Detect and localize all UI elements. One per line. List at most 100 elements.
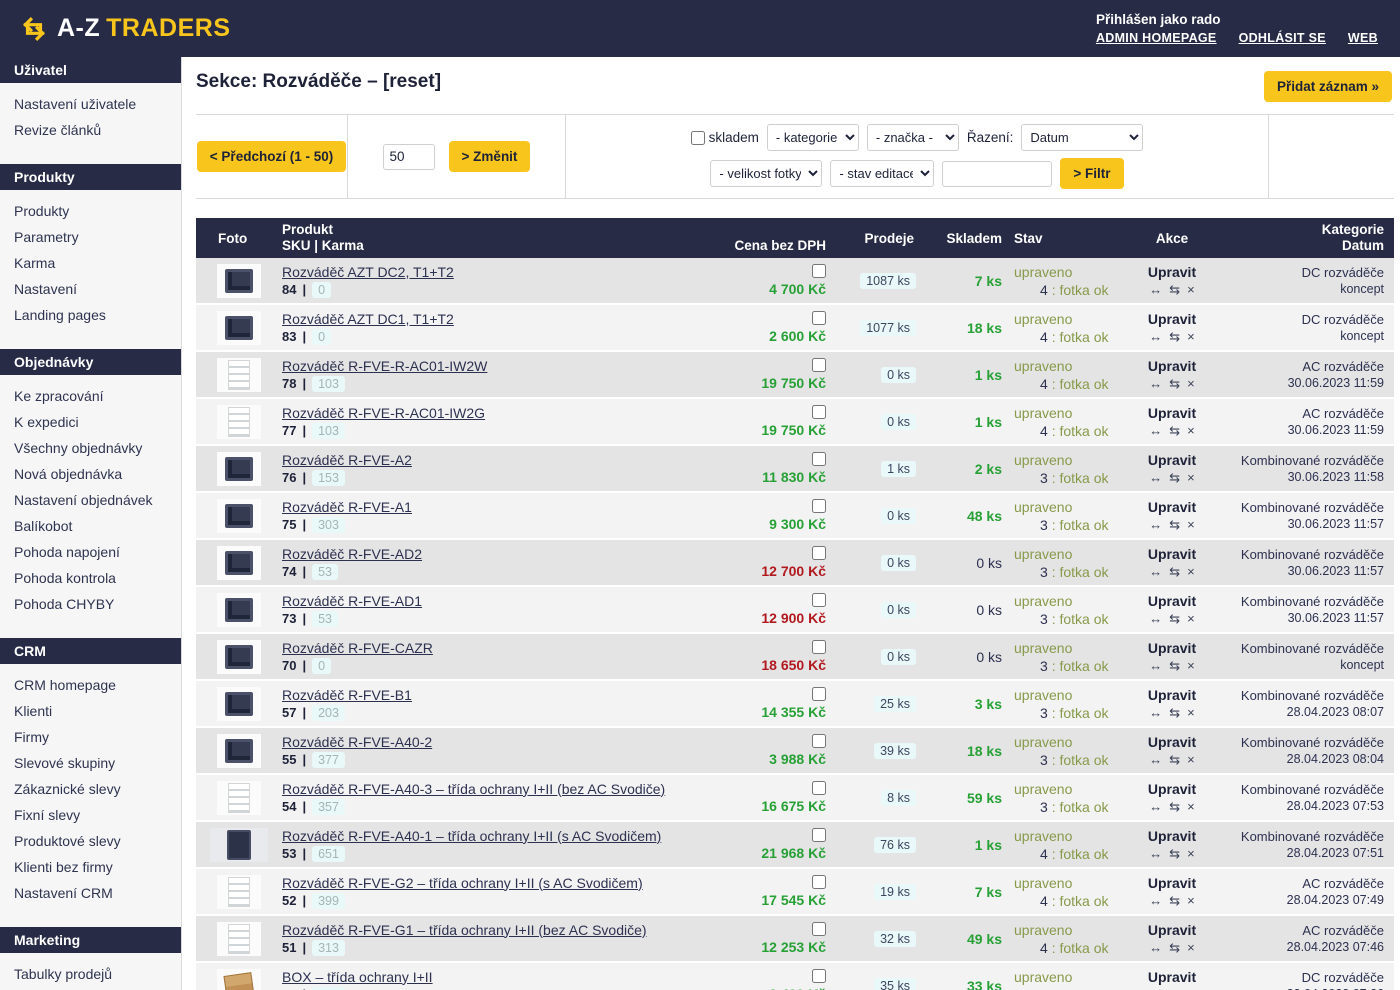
- sidebar-item-slevové-skupiny[interactable]: Slevové skupiny: [0, 750, 181, 776]
- edit-button[interactable]: Upravit: [1148, 687, 1196, 703]
- product-title-link[interactable]: Rozváděč R-FVE-R-AC01-IW2W: [282, 358, 706, 374]
- duplicate-icon[interactable]: ⇆: [1169, 799, 1180, 815]
- product-photo[interactable]: [217, 499, 261, 533]
- move-icon[interactable]: ↔: [1149, 940, 1162, 956]
- product-title-link[interactable]: Rozváděč R-FVE-G2 – třída ochrany I+II (…: [282, 875, 706, 891]
- sidebar-item-nastavení-crm[interactable]: Nastavení CRM: [0, 880, 181, 906]
- instock-checkbox[interactable]: [691, 131, 705, 145]
- delete-icon[interactable]: ×: [1187, 376, 1195, 392]
- move-icon[interactable]: ↔: [1149, 611, 1162, 627]
- move-icon[interactable]: ↔: [1149, 846, 1162, 862]
- product-title-link[interactable]: Rozváděč R-FVE-A40-2: [282, 734, 706, 750]
- duplicate-icon[interactable]: ⇆: [1169, 329, 1180, 345]
- sidebar-item-fixní-slevy[interactable]: Fixní slevy: [0, 802, 181, 828]
- edit-button[interactable]: Upravit: [1148, 499, 1196, 515]
- move-icon[interactable]: ↔: [1149, 799, 1162, 815]
- product-title-link[interactable]: Rozváděč R-FVE-AD1: [282, 593, 706, 609]
- sidebar-item-pohoda-kontrola[interactable]: Pohoda kontrola: [0, 565, 181, 591]
- row-select-checkbox[interactable]: [812, 311, 826, 325]
- row-select-checkbox[interactable]: [812, 734, 826, 748]
- move-icon[interactable]: ↔: [1149, 517, 1162, 533]
- sidebar-item-pohoda-napojení[interactable]: Pohoda napojení: [0, 539, 181, 565]
- row-select-checkbox[interactable]: [812, 687, 826, 701]
- edit-state-select[interactable]: - stav editace -: [830, 160, 934, 187]
- brand-select[interactable]: - značka -: [867, 124, 959, 151]
- header-link-web[interactable]: WEB: [1348, 31, 1378, 45]
- product-title-link[interactable]: Rozváděč R-FVE-R-AC01-IW2G: [282, 405, 706, 421]
- move-icon[interactable]: ↔: [1149, 470, 1162, 486]
- edit-button[interactable]: Upravit: [1148, 828, 1196, 844]
- edit-button[interactable]: Upravit: [1148, 358, 1196, 374]
- sidebar-item-karma[interactable]: Karma: [0, 250, 181, 276]
- duplicate-icon[interactable]: ⇆: [1169, 705, 1180, 721]
- product-photo[interactable]: [217, 405, 261, 439]
- move-icon[interactable]: ↔: [1149, 893, 1162, 909]
- delete-icon[interactable]: ×: [1187, 564, 1195, 580]
- row-select-checkbox[interactable]: [812, 546, 826, 560]
- row-select-checkbox[interactable]: [812, 781, 826, 795]
- product-title-link[interactable]: Rozváděč R-FVE-G1 – třída ochrany I+II (…: [282, 922, 706, 938]
- photo-size-select[interactable]: - velikost fotky -: [710, 160, 822, 187]
- product-photo[interactable]: [217, 546, 261, 580]
- filter-button[interactable]: > Filtr: [1060, 158, 1123, 189]
- product-photo[interactable]: [217, 264, 261, 298]
- product-photo[interactable]: [217, 358, 261, 392]
- sidebar-item-všechny-objednávky[interactable]: Všechny objednávky: [0, 435, 181, 461]
- sidebar-item-klienti[interactable]: Klienti: [0, 698, 181, 724]
- delete-icon[interactable]: ×: [1187, 799, 1195, 815]
- product-title-link[interactable]: Rozváděč R-FVE-A2: [282, 452, 706, 468]
- row-select-checkbox[interactable]: [812, 969, 826, 983]
- duplicate-icon[interactable]: ⇆: [1169, 423, 1180, 439]
- product-photo[interactable]: [217, 734, 261, 768]
- row-select-checkbox[interactable]: [812, 640, 826, 654]
- duplicate-icon[interactable]: ⇆: [1169, 893, 1180, 909]
- product-photo[interactable]: [217, 781, 261, 815]
- product-photo[interactable]: [217, 922, 261, 956]
- sidebar-item-nastavení[interactable]: Nastavení: [0, 276, 181, 302]
- logo[interactable]: A-ZTRADERS: [20, 14, 231, 43]
- delete-icon[interactable]: ×: [1187, 987, 1195, 990]
- delete-icon[interactable]: ×: [1187, 517, 1195, 533]
- row-select-checkbox[interactable]: [812, 264, 826, 278]
- edit-button[interactable]: Upravit: [1148, 734, 1196, 750]
- sidebar-item-produkty[interactable]: Produkty: [0, 198, 181, 224]
- duplicate-icon[interactable]: ⇆: [1169, 752, 1180, 768]
- move-icon[interactable]: ↔: [1149, 987, 1162, 990]
- move-icon[interactable]: ↔: [1149, 282, 1162, 298]
- sidebar-item-produktové-slevy[interactable]: Produktové slevy: [0, 828, 181, 854]
- delete-icon[interactable]: ×: [1187, 611, 1195, 627]
- sidebar-item-firmy[interactable]: Firmy: [0, 724, 181, 750]
- delete-icon[interactable]: ×: [1187, 846, 1195, 862]
- product-title-link[interactable]: Rozváděč R-FVE-A1: [282, 499, 706, 515]
- edit-button[interactable]: Upravit: [1148, 593, 1196, 609]
- edit-button[interactable]: Upravit: [1148, 405, 1196, 421]
- previous-page-button[interactable]: < Předchozí (1 - 50): [197, 141, 346, 172]
- edit-button[interactable]: Upravit: [1148, 922, 1196, 938]
- product-photo[interactable]: [217, 593, 261, 627]
- row-select-checkbox[interactable]: [812, 499, 826, 513]
- product-title-link[interactable]: Rozváděč R-FVE-B1: [282, 687, 706, 703]
- product-title-link[interactable]: Rozváděč R-FVE-A40-1 – třída ochrany I+I…: [282, 828, 706, 844]
- move-icon[interactable]: ↔: [1149, 376, 1162, 392]
- duplicate-icon[interactable]: ⇆: [1169, 470, 1180, 486]
- edit-button[interactable]: Upravit: [1148, 264, 1196, 280]
- move-icon[interactable]: ↔: [1149, 329, 1162, 345]
- product-title-link[interactable]: Rozváděč R-FVE-CAZR: [282, 640, 706, 656]
- sidebar-item-zákaznické-slevy[interactable]: Zákaznické slevy: [0, 776, 181, 802]
- row-select-checkbox[interactable]: [812, 875, 826, 889]
- delete-icon[interactable]: ×: [1187, 470, 1195, 486]
- product-photo[interactable]: [217, 687, 261, 721]
- row-select-checkbox[interactable]: [812, 405, 826, 419]
- delete-icon[interactable]: ×: [1187, 423, 1195, 439]
- duplicate-icon[interactable]: ⇆: [1169, 611, 1180, 627]
- sidebar-item-landing-pages[interactable]: Landing pages: [0, 302, 181, 328]
- search-input[interactable]: [942, 161, 1052, 187]
- delete-icon[interactable]: ×: [1187, 705, 1195, 721]
- delete-icon[interactable]: ×: [1187, 940, 1195, 956]
- duplicate-icon[interactable]: ⇆: [1169, 940, 1180, 956]
- edit-button[interactable]: Upravit: [1148, 781, 1196, 797]
- move-icon[interactable]: ↔: [1149, 752, 1162, 768]
- duplicate-icon[interactable]: ⇆: [1169, 376, 1180, 392]
- product-photo[interactable]: [217, 875, 261, 909]
- sidebar-item-nová-objednávka[interactable]: Nová objednávka: [0, 461, 181, 487]
